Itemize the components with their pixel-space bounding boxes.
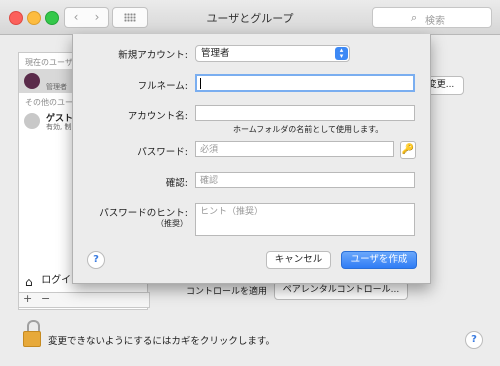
house-icon: ⌂	[25, 274, 33, 289]
user-role: 管理者	[46, 83, 67, 91]
password-placeholder: 必須	[200, 145, 219, 155]
fullname-field[interactable]	[195, 74, 415, 92]
chevron-updown-icon: ▴ ▾	[335, 47, 348, 60]
current-users-header: 現在のユーザ	[25, 58, 73, 67]
system-preferences-window: ‹ › ユーザとグループ ⌕ 検索 現在のユーザ 管理者 その他のユーザ ゲスト…	[0, 0, 500, 366]
account-name-label: アカウント名:	[127, 111, 188, 122]
lock-message: 変更できないようにするにはカギをクリックします。	[48, 336, 275, 347]
key-icon[interactable]: 🔑	[400, 141, 416, 159]
help-button[interactable]: ?	[465, 331, 483, 349]
guest-avatar	[24, 113, 40, 129]
home-folder-hint: ホームフォルダの名前として使用します。	[233, 125, 384, 134]
new-account-sheet: 新規アカウント: 管理者 ▴ ▾ フルネーム: アカウント名: ホームフォルダの名…	[72, 34, 431, 284]
login-options-item[interactable]: ⌂ ログイ	[25, 271, 72, 289]
account-type-value: 管理者	[201, 48, 230, 59]
hint-label: パスワードのヒント:	[99, 208, 188, 219]
text-caret	[200, 78, 201, 89]
user-avatar	[24, 73, 40, 89]
lock-body	[23, 331, 41, 347]
login-options-label: ログイ	[41, 275, 72, 286]
search-input[interactable]: ⌕ 検索	[372, 7, 492, 28]
password-label: パスワード:	[137, 147, 188, 158]
hint-placeholder: ヒント（推奨）	[200, 207, 264, 217]
account-type-popup[interactable]: 管理者 ▴ ▾	[195, 45, 350, 62]
magnifier-icon: ⌕	[411, 11, 418, 24]
title-bar: ‹ › ユーザとグループ ⌕ 検索	[0, 0, 500, 35]
guest-status: 有効, 制	[46, 123, 72, 131]
search-placeholder: 検索	[425, 16, 445, 27]
cancel-button[interactable]: キャンセル	[266, 251, 331, 269]
hint-sublabel: （推奨）	[156, 219, 188, 228]
user-list-toolbar: + −	[18, 292, 150, 308]
sheet-help-button[interactable]: ?	[87, 251, 105, 269]
create-user-button[interactable]: ユーザを作成	[341, 251, 417, 269]
remove-user-button[interactable]: −	[41, 292, 50, 305]
hint-field[interactable]: ヒント（推奨）	[195, 203, 415, 236]
add-user-button[interactable]: +	[23, 292, 32, 305]
lock-icon[interactable]	[23, 320, 41, 347]
fullname-label: フルネーム:	[137, 81, 188, 92]
controls-label: コントロールを適用	[186, 287, 268, 297]
password-field[interactable]: 必須	[195, 141, 394, 157]
confirm-label: 確認:	[165, 178, 188, 189]
account-name-field[interactable]	[195, 105, 415, 121]
confirm-field[interactable]: 確認	[195, 172, 415, 188]
new-account-label: 新規アカウント:	[118, 50, 188, 61]
confirm-placeholder: 確認	[200, 176, 219, 186]
